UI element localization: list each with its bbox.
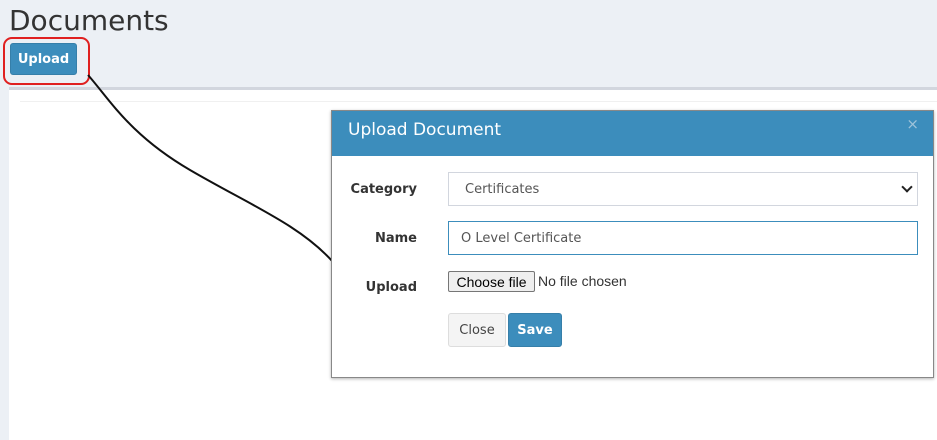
modal-title: Upload Document (348, 120, 502, 140)
category-select[interactable]: Certificates (448, 172, 918, 206)
file-status-text: No file chosen (538, 273, 627, 289)
save-button[interactable]: Save (508, 313, 562, 347)
close-button[interactable]: Close (448, 313, 506, 347)
name-input[interactable] (448, 221, 918, 255)
choose-file-button[interactable]: Choose file (448, 271, 535, 292)
content-divider (20, 101, 937, 102)
page-title: Documents (9, 4, 169, 37)
upload-button[interactable]: Upload (10, 43, 77, 75)
modal-header: Upload Document × (332, 111, 933, 156)
close-icon[interactable]: × (906, 115, 919, 133)
upload-label: Upload (365, 280, 417, 295)
upload-document-modal: Upload Document × Category Certificates … (331, 110, 934, 378)
category-label: Category (350, 182, 417, 197)
page-header: Documents Upload (0, 0, 937, 87)
category-select-value: Certificates (465, 182, 540, 197)
chevron-down-icon (901, 181, 913, 193)
name-label: Name (374, 231, 417, 246)
